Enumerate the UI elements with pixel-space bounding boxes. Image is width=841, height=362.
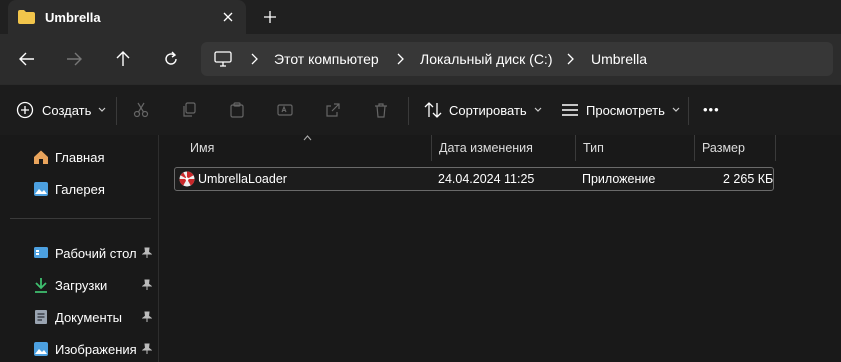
sidebar-item-label: Изображения (55, 341, 137, 357)
create-button[interactable]: Создать (16, 100, 106, 120)
sidebar-item-label: Галерея (55, 181, 105, 197)
close-icon (223, 12, 233, 22)
paste-button[interactable] (227, 100, 247, 120)
file-name: UmbrellaLoader (198, 172, 287, 186)
sidebar-item-gallery[interactable]: Галерея (33, 178, 105, 200)
column-divider[interactable] (575, 135, 576, 161)
pin-icon (142, 247, 152, 258)
create-label: Создать (42, 102, 92, 118)
plus-icon (264, 11, 276, 23)
sidebar-item-pictures[interactable]: Изображения (33, 338, 137, 360)
table-row[interactable]: UmbrellaLoader 24.04.2024 11:25 Приложен… (174, 167, 774, 191)
pin-icon (142, 343, 152, 354)
column-header-size[interactable]: Размер (702, 135, 745, 161)
delete-button[interactable] (371, 100, 391, 120)
home-icon (33, 149, 49, 165)
chevron-right-icon (251, 53, 258, 65)
navigation-pane: Главная Галерея Рабочий стол Загрузки До… (0, 135, 158, 362)
copy-button[interactable] (179, 100, 199, 120)
copy-icon (183, 102, 196, 117)
view-label: Просмотреть (586, 102, 665, 118)
more-options-button[interactable]: ••• (703, 99, 720, 119)
share-button[interactable] (323, 100, 343, 120)
more-icon: ••• (703, 101, 720, 117)
desktop-icon (33, 245, 49, 261)
chevron-down-icon (98, 107, 106, 112)
breadcrumb-local-disk[interactable]: Локальный диск (C:) (420, 42, 553, 76)
pane-splitter[interactable] (158, 135, 159, 362)
sort-ascending-icon (303, 135, 312, 141)
breadcrumb-umbrella[interactable]: Umbrella (591, 42, 647, 76)
file-modified: 24.04.2024 11:25 (438, 172, 535, 186)
pin-icon (142, 311, 152, 322)
chevron-right-icon (567, 53, 574, 65)
sort-label: Сортировать (449, 102, 527, 118)
rename-button[interactable] (275, 100, 295, 120)
refresh-icon (165, 51, 177, 65)
divider (116, 97, 117, 125)
sort-icon (424, 102, 442, 118)
cut-button[interactable] (131, 100, 151, 120)
arrow-up-icon (116, 51, 130, 66)
close-tab-button[interactable] (218, 7, 238, 27)
refresh-button[interactable] (160, 48, 182, 70)
rename-icon (277, 104, 293, 116)
scissors-icon (133, 102, 149, 118)
sidebar-item-label: Главная (55, 149, 105, 165)
column-divider[interactable] (775, 135, 776, 161)
chevron-down-icon (672, 107, 680, 112)
view-button[interactable]: Просмотреть (561, 100, 680, 120)
chevron-right-icon (397, 53, 404, 65)
sidebar-item-downloads[interactable]: Загрузки (33, 274, 107, 296)
clipboard-icon (230, 102, 244, 118)
new-tab-button[interactable] (260, 7, 280, 27)
sidebar-item-label: Загрузки (55, 277, 108, 293)
back-button[interactable] (16, 48, 38, 70)
breadcrumb-this-pc[interactable]: Этот компьютер (274, 42, 379, 76)
gallery-icon (33, 181, 49, 197)
pin-icon (142, 279, 152, 290)
sidebar-item-home[interactable]: Главная (33, 146, 104, 168)
command-bar: Создать Сортировать Просмотреть ••• (0, 84, 841, 135)
forward-button[interactable] (63, 48, 85, 70)
divider (688, 97, 689, 125)
view-list-icon (562, 104, 578, 116)
document-icon (33, 309, 49, 325)
file-type: Приложение (582, 172, 656, 186)
sidebar-item-documents[interactable]: Документы (33, 306, 122, 328)
arrow-left-icon (19, 52, 34, 66)
file-size: 2 265 КБ (723, 172, 774, 186)
pictures-icon (33, 341, 49, 357)
title-bar: Umbrella (0, 0, 841, 34)
tab-umbrella[interactable]: Umbrella (8, 0, 246, 34)
trash-icon (375, 103, 387, 118)
sidebar-item-label: Документы (55, 309, 123, 325)
sort-button[interactable]: Сортировать (424, 100, 542, 120)
divider (408, 97, 409, 125)
sidebar-item-label: Рабочий стол (55, 245, 137, 261)
column-header-name[interactable]: Имя (190, 135, 214, 161)
sidebar-item-desktop[interactable]: Рабочий стол (33, 242, 137, 264)
column-divider[interactable] (694, 135, 695, 161)
tab-title: Umbrella (45, 9, 101, 25)
address-bar[interactable]: Этот компьютер Локальный диск (C:) Umbre… (201, 42, 833, 76)
column-header-modified[interactable]: Дата изменения (439, 135, 533, 161)
folder-icon (18, 10, 35, 24)
column-header-type[interactable]: Тип (583, 135, 604, 161)
computer-icon (214, 51, 232, 67)
column-divider[interactable] (431, 135, 432, 161)
up-button[interactable] (112, 48, 134, 70)
share-icon (326, 103, 340, 117)
download-icon (33, 277, 49, 293)
navigation-bar: Этот компьютер Локальный диск (C:) Umbre… (0, 34, 841, 84)
arrow-right-icon (67, 52, 82, 66)
chevron-down-icon (534, 107, 542, 112)
divider (10, 218, 151, 219)
umbrella-app-icon (179, 171, 195, 187)
plus-circle-icon (16, 101, 34, 119)
